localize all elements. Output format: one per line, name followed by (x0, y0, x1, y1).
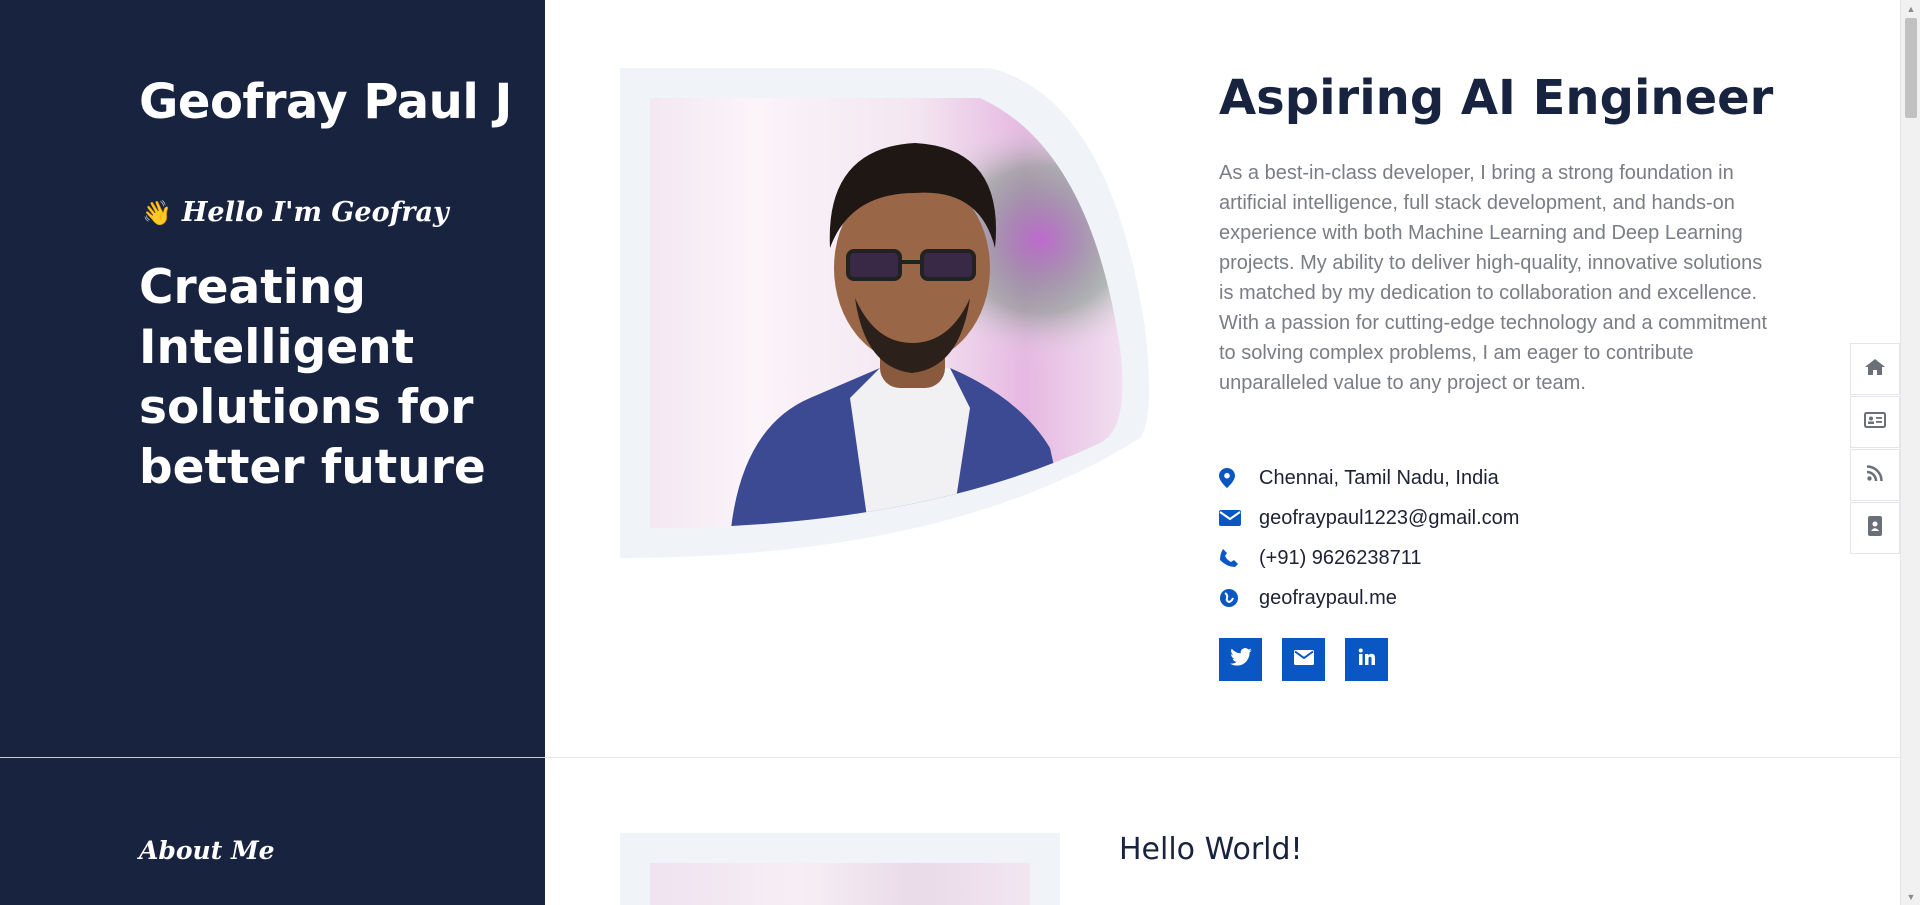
scroll-up-arrow-icon[interactable]: ▲ (1901, 0, 1920, 17)
contact-location-text: Chennai, Tamil Nadu, India (1259, 466, 1499, 489)
contact-website-text[interactable]: geofraypaul.me (1259, 587, 1397, 610)
home-icon (1865, 358, 1885, 380)
contact-phone-text[interactable]: (+91) 9626238711 (1259, 547, 1422, 570)
nav-about-button[interactable] (1850, 396, 1900, 448)
nav-blog-button[interactable] (1850, 449, 1900, 501)
social-links (1219, 638, 1388, 681)
linkedin-icon (1358, 648, 1376, 671)
greeting-text: Hello I'm Geofray (181, 197, 449, 228)
page-scrollbar[interactable]: ▲ ▼ (1900, 0, 1920, 905)
greeting: 👋 Hello I'm Geofray (142, 197, 449, 228)
scroll-down-arrow-icon[interactable]: ▼ (1901, 888, 1920, 905)
phone-icon (1219, 546, 1245, 570)
contact-email-text[interactable]: geofraypaul1223@gmail.com (1259, 507, 1519, 530)
id-card-icon (1864, 411, 1886, 433)
nav-home-button[interactable] (1850, 343, 1900, 395)
side-navigation (1850, 343, 1900, 555)
contact-email: geofraypaul1223@gmail.com (1219, 498, 1519, 538)
globe-icon (1219, 586, 1245, 610)
nav-contact-button[interactable] (1850, 502, 1900, 554)
about-section-heading: Hello World! (1119, 832, 1303, 867)
contact-phone: (+91) 9626238711 (1219, 538, 1519, 578)
contact-list: Chennai, Tamil Nadu, India geofraypaul12… (1219, 458, 1519, 618)
scrollbar-thumb[interactable] (1905, 18, 1917, 118)
contact-location: Chennai, Tamil Nadu, India (1219, 458, 1519, 498)
about-photo-frame (620, 833, 1060, 905)
twitter-icon (1229, 648, 1252, 671)
waving-hand-icon: 👋 (142, 198, 172, 227)
site-owner-name: Geofray Paul J (139, 74, 512, 130)
profile-photo (620, 68, 1149, 558)
linkedin-button[interactable] (1345, 638, 1388, 681)
about-photo (650, 863, 1030, 905)
envelope-icon (1293, 649, 1314, 670)
tagline: Creating Intelligent solutions for bette… (139, 260, 486, 495)
map-marker-icon (1219, 466, 1245, 490)
hero-bio: As a best-in-class developer, I bring a … (1219, 162, 1768, 394)
sidebar-divider (0, 757, 545, 758)
rss-icon (1866, 464, 1883, 486)
about-me-heading: About Me (139, 836, 275, 865)
contact-book-icon (1867, 515, 1883, 541)
envelope-icon (1219, 506, 1245, 530)
contact-website: geofraypaul.me (1219, 578, 1519, 618)
twitter-button[interactable] (1219, 638, 1262, 681)
hero-title: Aspiring AI Engineer (1219, 70, 1774, 126)
profile-photo-frame (620, 68, 1160, 558)
email-button[interactable] (1282, 638, 1325, 681)
